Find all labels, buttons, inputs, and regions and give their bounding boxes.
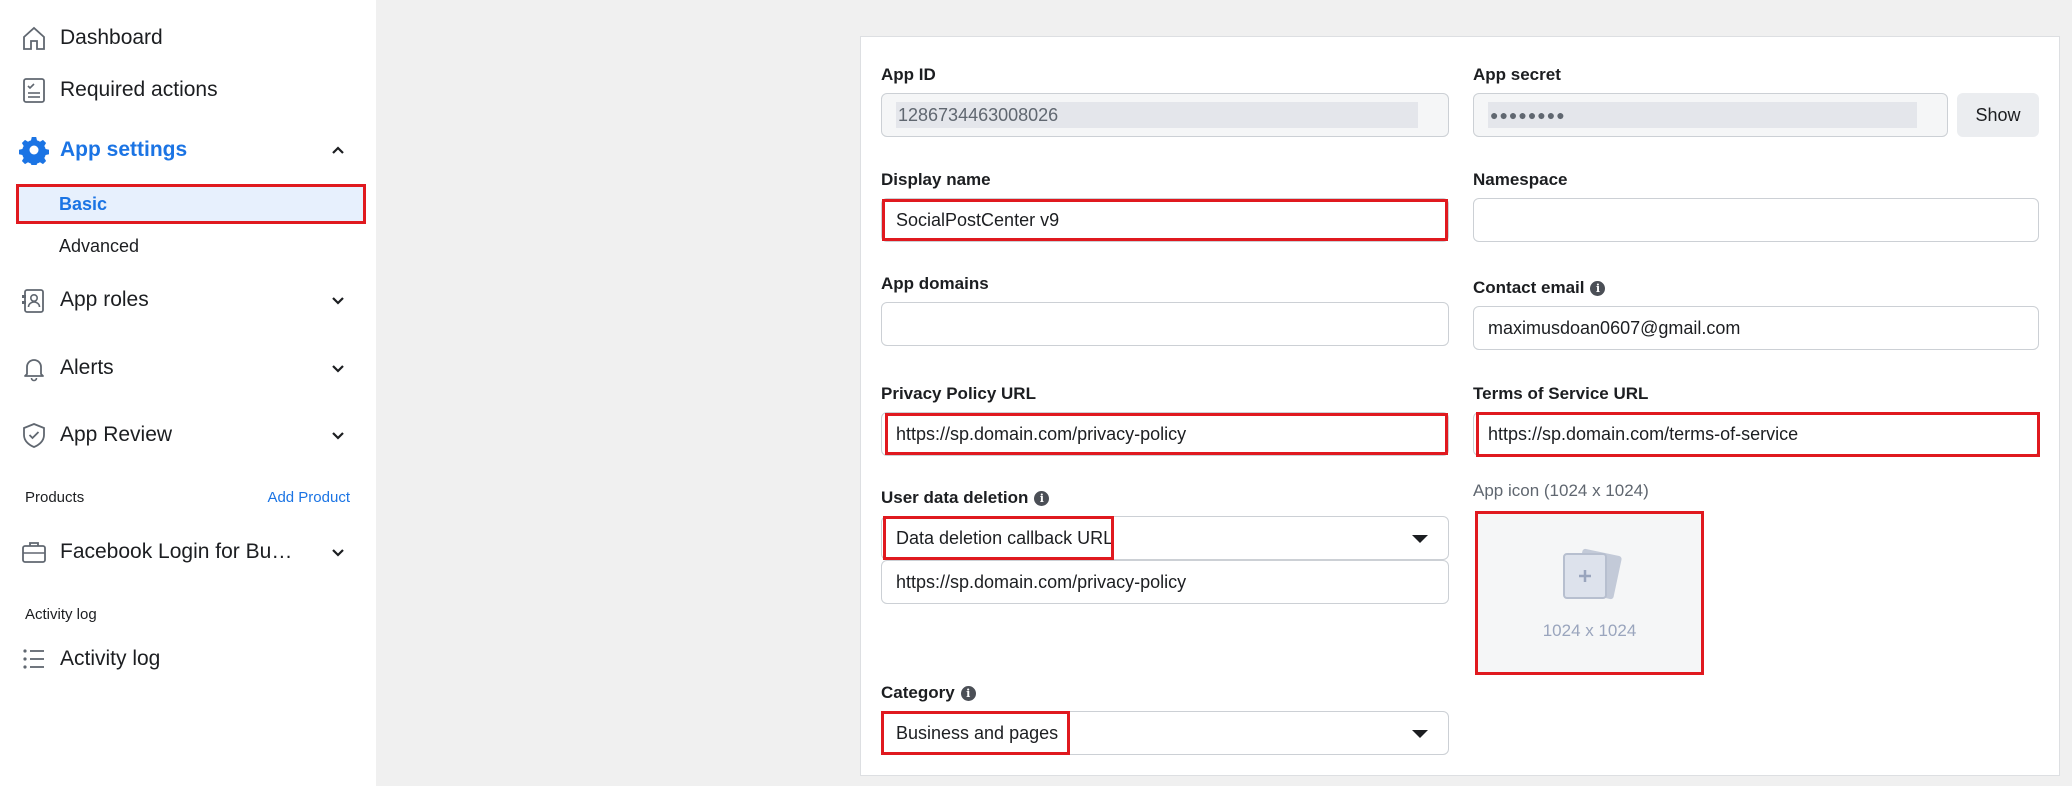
deletion-callback-url-input[interactable]: https://sp.domain.com/privacy-policy: [881, 560, 1449, 604]
sidebar-item-dashboard[interactable]: Dashboard: [18, 18, 358, 58]
sidebar-item-label: App settings: [60, 138, 188, 161]
checklist-icon: [18, 74, 50, 106]
sidebar: Dashboard Required actions App settings …: [0, 0, 376, 786]
home-icon: [18, 22, 50, 54]
info-icon[interactable]: i: [960, 685, 976, 701]
sidebar-item-label: Required actions: [60, 78, 218, 101]
shield-check-icon: [18, 419, 50, 451]
sidebar-item-label: Dashboard: [60, 26, 163, 49]
app-domains-label: App domains: [881, 274, 989, 293]
sidebar-item-app-roles[interactable]: App roles: [18, 280, 358, 320]
sidebar-item-required-actions[interactable]: Required actions: [18, 70, 358, 110]
briefcase-icon: [18, 536, 50, 568]
app-secret-label: App secret: [1473, 65, 1561, 84]
chevron-up-icon: [328, 140, 348, 160]
sidebar-item-alerts[interactable]: Alerts: [18, 348, 358, 388]
app-id-label: App ID: [881, 65, 936, 84]
id-badge-icon: [18, 284, 50, 316]
deletion-callback-url-value: https://sp.domain.com/privacy-policy: [896, 571, 1187, 592]
sidebar-subitem-label: Advanced: [59, 235, 140, 256]
sidebar-subitem-advanced[interactable]: Advanced: [16, 226, 366, 266]
privacy-policy-value: https://sp.domain.com/privacy-policy: [896, 423, 1187, 444]
namespace-label: Namespace: [1473, 170, 1568, 189]
sidebar-item-app-review[interactable]: App Review: [18, 415, 358, 455]
chevron-down-icon: [328, 290, 348, 310]
contact-email-label: Contact email i: [1473, 278, 1606, 298]
app-domains-input[interactable]: [881, 302, 1449, 346]
products-section-header: Products: [25, 489, 85, 506]
sidebar-item-activity-log[interactable]: Activity log: [18, 639, 358, 679]
sidebar-subitem-label: Basic: [59, 193, 108, 214]
sidebar-item-label: Facebook Login for Busi…: [60, 540, 300, 563]
sidebar-item-label: Activity log: [60, 647, 161, 670]
info-icon[interactable]: i: [1034, 490, 1050, 506]
privacy-policy-label: Privacy Policy URL: [881, 384, 1036, 403]
contact-email-value: maximusdoan0607@gmail.com: [1488, 317, 1741, 338]
terms-of-service-label: Terms of Service URL: [1473, 384, 1649, 403]
deletion-method-select[interactable]: Data deletion callback URL: [881, 516, 1449, 560]
category-value: Business and pages: [896, 722, 1059, 743]
gear-icon: [18, 134, 50, 166]
user-data-deletion-label: User data deletion i: [881, 488, 1050, 508]
app-id-field: 1286734463008026: [881, 93, 1449, 137]
app-id-value: 1286734463008026: [898, 104, 1059, 125]
list-icon: [18, 643, 50, 675]
caret-down-icon: [1412, 730, 1428, 738]
display-name-label: Display name: [881, 170, 991, 189]
app-icon-label: App icon (1024 x 1024): [1473, 481, 1649, 500]
category-select[interactable]: Business and pages: [881, 711, 1449, 755]
sidebar-item-facebook-login[interactable]: Facebook Login for Busi…: [18, 532, 358, 572]
chevron-down-icon: [328, 542, 348, 562]
add-product-link[interactable]: Add Product: [267, 489, 350, 506]
display-name-value: SocialPostCenter v9: [896, 209, 1060, 230]
sidebar-item-label: App roles: [60, 288, 149, 311]
terms-of-service-value: https://sp.domain.com/terms-of-service: [1488, 423, 1799, 444]
chevron-down-icon: [328, 425, 348, 445]
activity-log-section-header: Activity log: [25, 606, 97, 623]
basic-settings-card: App ID 1286734463008026 App secret ●●●●●…: [860, 36, 2060, 776]
info-icon[interactable]: i: [1590, 280, 1606, 296]
category-label: Category i: [881, 683, 976, 703]
bell-icon: [18, 352, 50, 384]
app-icon-dimensions: 1024 x 1024: [1542, 620, 1637, 640]
contact-email-input[interactable]: maximusdoan0607@gmail.com: [1473, 306, 2039, 350]
caret-down-icon: [1412, 535, 1428, 543]
sidebar-subitem-basic[interactable]: Basic: [16, 184, 366, 224]
display-name-input[interactable]: SocialPostCenter v9: [881, 198, 1449, 242]
terms-of-service-input[interactable]: https://sp.domain.com/terms-of-service: [1473, 412, 2039, 456]
namespace-input[interactable]: [1473, 198, 2039, 242]
deletion-method-value: Data deletion callback URL: [896, 527, 1114, 548]
image-placeholder-icon: [1554, 546, 1626, 611]
sidebar-item-app-settings[interactable]: App settings: [18, 130, 358, 170]
sidebar-item-label: App Review: [60, 423, 173, 446]
show-secret-button[interactable]: Show: [1957, 93, 2039, 137]
chevron-down-icon: [328, 358, 348, 378]
app-secret-field: ●●●●●●●●: [1473, 93, 1948, 137]
sidebar-item-label: Alerts: [60, 356, 114, 379]
privacy-policy-input[interactable]: https://sp.domain.com/privacy-policy: [881, 412, 1449, 456]
app-icon-upload[interactable]: 1024 x 1024: [1477, 513, 1702, 673]
app-secret-value: ●●●●●●●●: [1490, 107, 1566, 123]
